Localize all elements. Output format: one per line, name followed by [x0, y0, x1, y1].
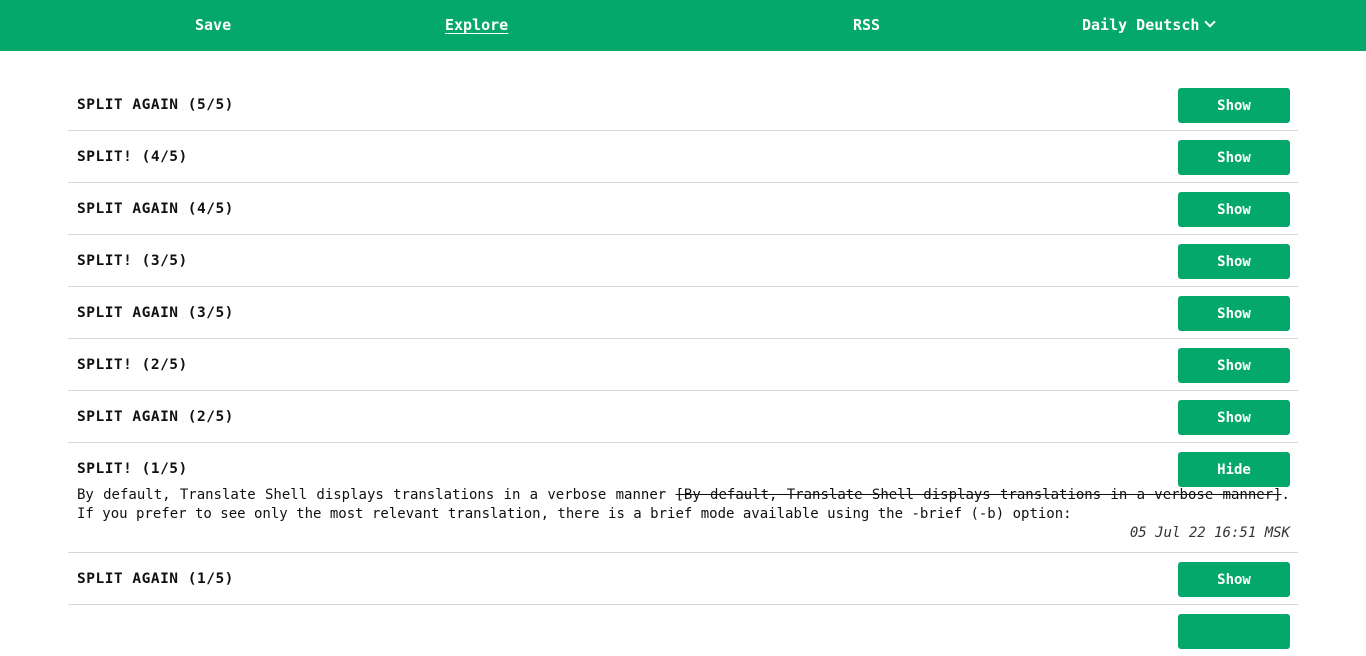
- show-button[interactable]: Show: [1178, 192, 1290, 227]
- show-button[interactable]: Show: [1178, 140, 1290, 175]
- list-item: SPLIT AGAIN (4/5) Show: [68, 183, 1298, 235]
- nav-rss-link[interactable]: RSS: [853, 0, 880, 51]
- show-button[interactable]: Show: [1178, 348, 1290, 383]
- show-button[interactable]: [1178, 614, 1290, 649]
- show-button[interactable]: Show: [1178, 400, 1290, 435]
- nav-save-link[interactable]: Save: [195, 0, 231, 51]
- entry-title: SPLIT AGAIN (5/5): [77, 97, 234, 113]
- list-item: SPLIT AGAIN (3/5) Show: [68, 287, 1298, 339]
- entry-title: SPLIT! (3/5): [77, 253, 188, 269]
- entry-body: By default, Translate Shell displays tra…: [68, 486, 1298, 552]
- show-button[interactable]: Show: [1178, 562, 1290, 597]
- entry-title: SPLIT! (4/5): [77, 149, 188, 165]
- top-nav: Save Explore RSS Daily Deutsch: [0, 0, 1366, 51]
- list-item: SPLIT! (3/5) Show: [68, 235, 1298, 287]
- list-item: SPLIT AGAIN (1/5) Show: [68, 553, 1298, 605]
- entry-title: SPLIT! (2/5): [77, 357, 188, 373]
- hide-button[interactable]: Hide: [1178, 452, 1290, 487]
- nav-explore-link[interactable]: Explore: [445, 0, 508, 51]
- list-item: SPLIT! (4/5) Show: [68, 131, 1298, 183]
- nav-daily-deutsch-label: Daily Deutsch: [1082, 16, 1200, 34]
- list-item-partial: [68, 605, 1298, 656]
- show-button[interactable]: Show: [1178, 88, 1290, 123]
- entry-title: SPLIT AGAIN (3/5): [77, 305, 234, 321]
- show-button[interactable]: Show: [1178, 296, 1290, 331]
- entry-title: SPLIT! (1/5): [77, 461, 188, 477]
- list-item: SPLIT AGAIN (5/5) Show: [68, 79, 1298, 131]
- show-button[interactable]: Show: [1178, 244, 1290, 279]
- entry-list: SPLIT AGAIN (5/5) Show SPLIT! (4/5) Show…: [68, 79, 1298, 656]
- list-item-expanded: SPLIT! (1/5) Hide By default, Translate …: [68, 443, 1298, 553]
- chevron-down-icon: [1204, 16, 1217, 28]
- list-item: SPLIT AGAIN (2/5) Show: [68, 391, 1298, 443]
- entry-title: SPLIT AGAIN (1/5): [77, 571, 234, 587]
- list-item: SPLIT! (2/5) Show: [68, 339, 1298, 391]
- entry-title: SPLIT AGAIN (4/5): [77, 201, 234, 217]
- entry-title: SPLIT AGAIN (2/5): [77, 409, 234, 425]
- nav-daily-deutsch-dropdown[interactable]: Daily Deutsch: [1082, 0, 1217, 51]
- entry-timestamp: 05 Jul 22 16:51 MSK: [1129, 525, 1290, 541]
